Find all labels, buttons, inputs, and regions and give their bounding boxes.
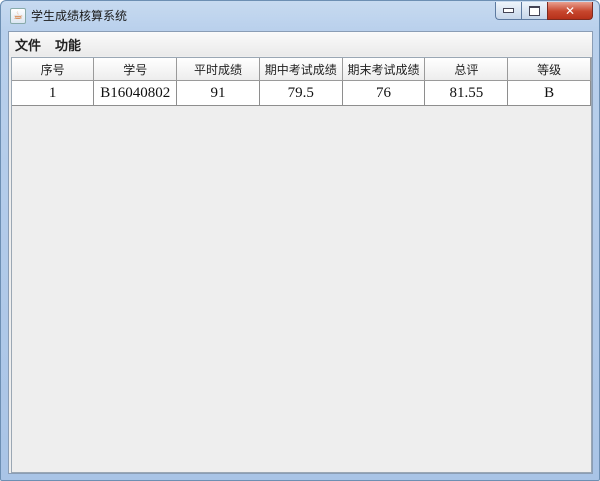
close-icon: ✕ <box>564 3 576 18</box>
menu-file[interactable]: 文件 <box>9 35 48 54</box>
cell-final-score[interactable]: 76 <box>341 80 426 106</box>
column-header-usual-score[interactable]: 平时成绩 <box>176 58 260 81</box>
cell-index[interactable]: 1 <box>12 80 95 106</box>
menu-function[interactable]: 功能 <box>48 35 88 54</box>
table-row[interactable]: 1 B16040802 91 79.5 76 81.55 B <box>12 80 591 106</box>
menu-bar: 文件 功能 <box>9 32 592 56</box>
cell-grade[interactable]: B <box>507 80 591 106</box>
column-header-final-score[interactable]: 期末考试成绩 <box>341 58 426 81</box>
window-title: 学生成绩核算系统 <box>31 9 128 23</box>
column-header-midterm-score[interactable]: 期中考试成绩 <box>258 58 343 81</box>
maximize-icon <box>529 5 540 16</box>
table-scroll-pane[interactable]: 序号 学号 平时成绩 期中考试成绩 期末考试成绩 总评 等级 1 B160408… <box>11 57 592 473</box>
grades-table: 序号 学号 平时成绩 期中考试成绩 期末考试成绩 总评 等级 1 B160408… <box>12 58 591 106</box>
column-header-grade[interactable]: 等级 <box>507 58 591 81</box>
title-bar[interactable]: ☕ 学生成绩核算系统 ✕ <box>1 1 599 29</box>
cell-overall[interactable]: 81.55 <box>424 80 509 106</box>
minimize-icon <box>503 8 514 13</box>
close-button[interactable]: ✕ <box>547 2 593 20</box>
minimize-button[interactable] <box>495 2 521 20</box>
client-area: 文件 功能 序号 学号 平时成绩 期中考试成绩 期末考试成绩 总评 等级 1 B… <box>8 31 593 474</box>
java-cup-icon[interactable]: ☕ <box>10 8 26 24</box>
cell-student-id[interactable]: B16040802 <box>93 80 178 106</box>
table-header-row: 序号 学号 平时成绩 期中考试成绩 期末考试成绩 总评 等级 <box>12 58 591 81</box>
app-window: ☕ 学生成绩核算系统 ✕ 文件 功能 序号 学号 平时成绩 期中考试成绩 期末考… <box>0 0 600 481</box>
column-header-student-id[interactable]: 学号 <box>93 58 178 81</box>
window-controls: ✕ <box>495 2 593 22</box>
cell-usual-score[interactable]: 91 <box>176 80 260 106</box>
column-header-overall[interactable]: 总评 <box>424 58 509 81</box>
column-header-index[interactable]: 序号 <box>12 58 95 81</box>
maximize-button[interactable] <box>521 2 547 20</box>
cell-midterm-score[interactable]: 79.5 <box>258 80 343 106</box>
